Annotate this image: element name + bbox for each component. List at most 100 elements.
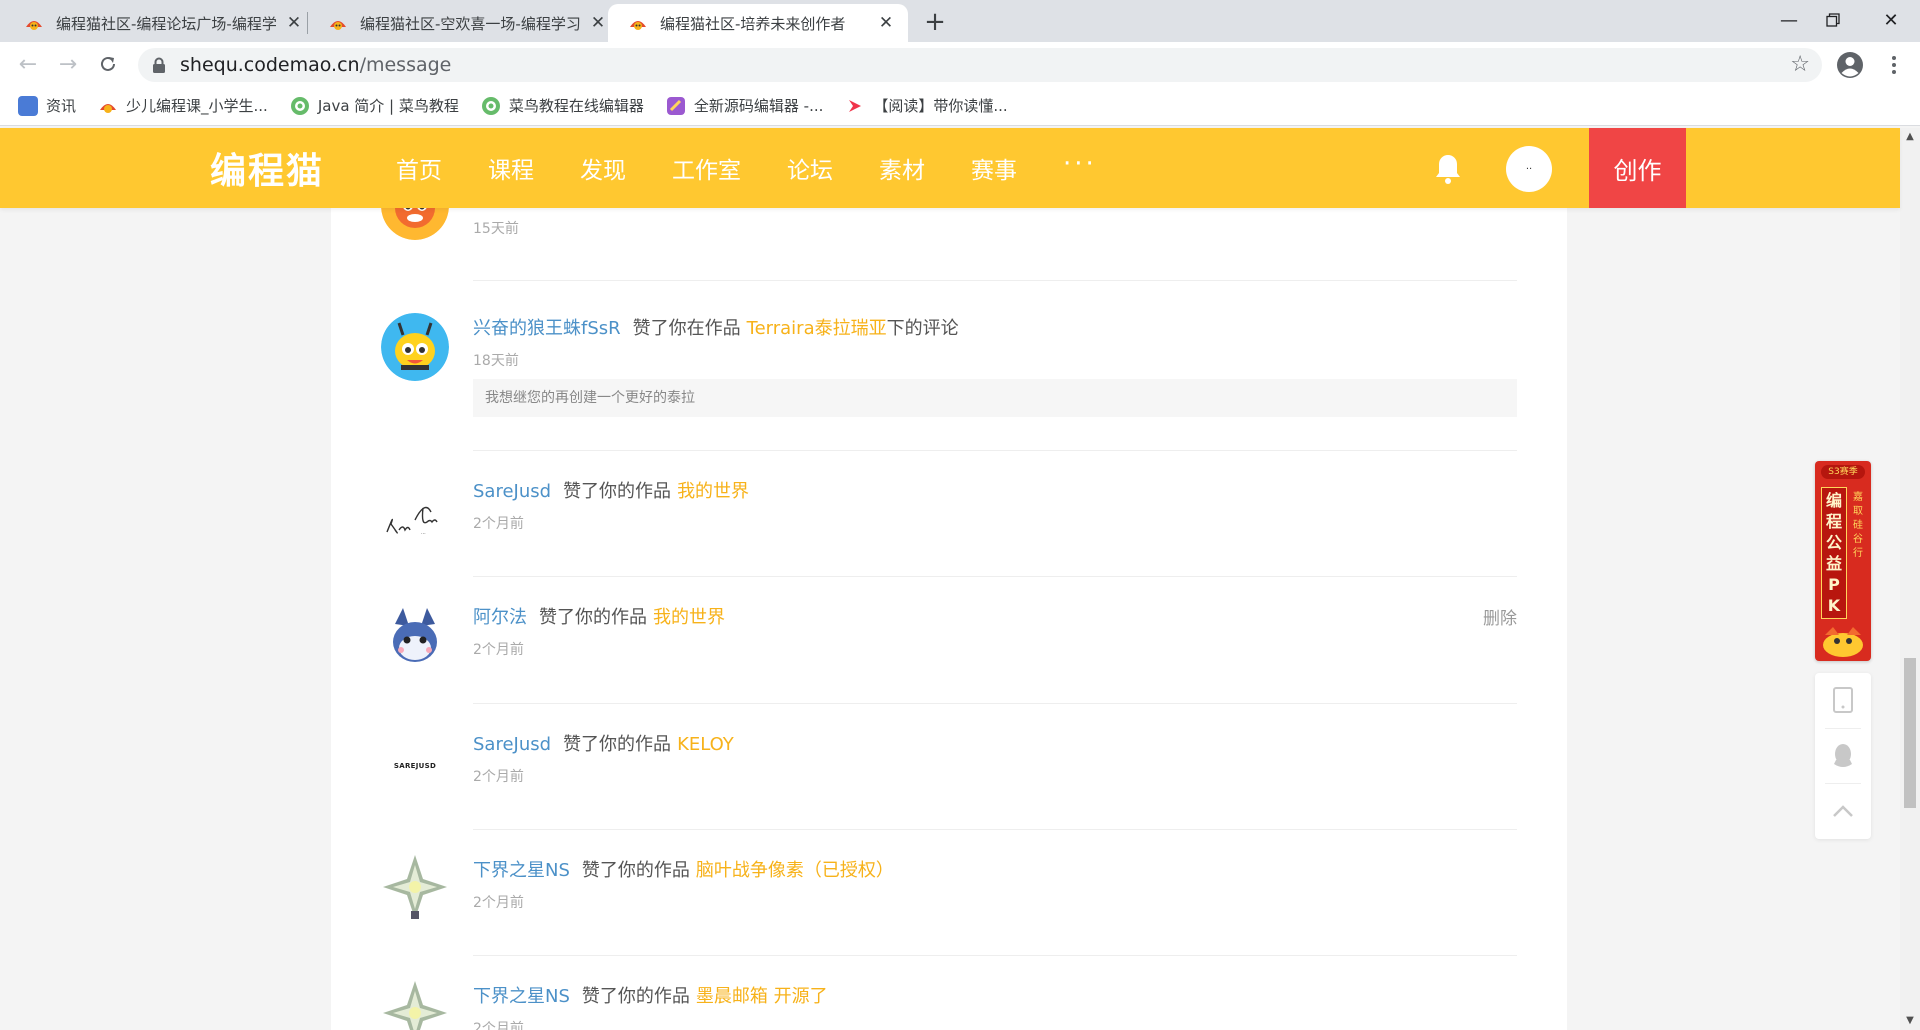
promo-tag: S3赛季 <box>1821 465 1865 479</box>
browser-tab[interactable]: 编程猫社区-空欢喜一场-编程学习 ✕ <box>308 4 620 42</box>
bookmark-item[interactable]: 全新源码编辑器 -... <box>666 95 823 116</box>
message-line: SareJusd 赞了你的作品 我的世界 <box>473 477 749 503</box>
promo-title: 编 程 公 益 P K <box>1821 487 1847 619</box>
bookmark-star-icon[interactable]: ☆ <box>1790 52 1810 77</box>
message-action: 赞了你的作品 <box>539 607 647 628</box>
nav-forum[interactable]: 论坛 <box>787 151 833 185</box>
nav-home[interactable]: 首页 <box>396 151 442 185</box>
message-user-link[interactable]: SareJusd <box>473 734 551 755</box>
restore-icon[interactable] <box>1804 0 1862 40</box>
avatar[interactable] <box>381 313 449 381</box>
url-path: /message <box>359 54 452 76</box>
message-work-link[interactable]: 墨晨邮箱 开源了 <box>696 986 828 1007</box>
codemao-favicon-icon <box>330 21 346 30</box>
bookmark-item[interactable]: 资讯 <box>18 95 76 116</box>
close-icon[interactable]: ✕ <box>588 13 608 33</box>
promo-char: 谷 <box>1853 534 1863 545</box>
reload-icon[interactable] <box>92 48 124 80</box>
bookmark-label: 少儿编程课_小学生... <box>126 97 268 115</box>
avatar[interactable] <box>381 208 449 240</box>
bookmarks-bar: 资讯 少儿编程课_小学生... Java 简介 | 菜鸟教程 菜鸟教程在线编辑器… <box>0 86 1920 126</box>
read-icon <box>849 99 862 112</box>
bell-icon[interactable] <box>1432 152 1464 186</box>
nav-events[interactable]: 赛事 <box>971 151 1017 185</box>
divider <box>473 450 1517 451</box>
nav-studio[interactable]: 工作室 <box>672 151 741 185</box>
nav-more[interactable]: ··· <box>1063 149 1097 179</box>
tab-title: 编程猫社区-空欢喜一场-编程学习 <box>360 14 580 33</box>
scroll-down-icon[interactable]: ▼ <box>1900 1012 1920 1030</box>
site-header: 编程猫 首页 课程 发现 工作室 论坛 素材 赛事 ··· ·· 创作 <box>0 128 1900 208</box>
promo-char: P <box>1828 575 1840 594</box>
promo-char: 益 <box>1825 554 1842 573</box>
message-work-link[interactable]: 我的世界 <box>677 481 749 502</box>
delete-button[interactable]: 删除 <box>1483 604 1517 629</box>
codemao-favicon-icon <box>26 21 42 30</box>
message-action: 赞了你在作品 <box>632 318 741 339</box>
scroll-up-icon[interactable]: ▲ <box>1900 128 1920 146</box>
promo-char: K <box>1827 596 1841 615</box>
message-line: 兴奋的狼王蛛fSsR 赞了你在作品 Terraira泰拉瑞亚下的评论 <box>473 314 959 340</box>
user-avatar[interactable]: ·· <box>1506 146 1552 192</box>
promo-banner[interactable]: S3赛季 编 程 公 益 P K 嘉 取 硅 谷 行 <box>1815 461 1871 661</box>
bookmark-item[interactable]: 【阅读】带你读懂... <box>845 95 1008 116</box>
avatar[interactable]: SAREJUSD <box>381 732 449 800</box>
runoob-icon <box>290 96 309 115</box>
side-toolbar <box>1815 673 1871 839</box>
close-icon[interactable]: ✕ <box>284 13 304 33</box>
promo-char: 编 <box>1825 491 1842 510</box>
message-user-link[interactable]: 下界之星NS <box>473 860 570 881</box>
window-close-icon[interactable]: ✕ <box>1862 0 1920 40</box>
divider <box>473 703 1517 704</box>
message-work-link[interactable]: 我的世界 <box>653 607 725 628</box>
avatar[interactable] <box>381 604 449 672</box>
back-arrow-icon[interactable]: ← <box>12 48 44 80</box>
message-time: 2个月前 <box>473 895 524 911</box>
browser-menu-icon[interactable] <box>1882 48 1906 82</box>
site-logo[interactable]: 编程猫 <box>210 142 324 194</box>
address-bar[interactable]: shequ.codemao.cn/message ☆ <box>138 48 1822 82</box>
avatar[interactable] <box>381 853 449 921</box>
profile-icon[interactable] <box>1835 50 1865 80</box>
runoob-icon <box>481 96 500 115</box>
editor-icon <box>666 96 685 115</box>
page-scrollbar[interactable]: ▲ ▼ <box>1900 128 1920 1030</box>
bookmark-item[interactable]: 菜鸟教程在线编辑器 <box>481 95 644 116</box>
avatar[interactable] <box>381 979 449 1030</box>
message-user-link[interactable]: 阿尔法 <box>473 607 527 628</box>
forward-arrow-icon[interactable]: → <box>52 48 84 80</box>
message-line: 阿尔法 赞了你的作品 我的世界 <box>473 603 725 629</box>
message-suffix: 下的评论 <box>886 318 959 339</box>
message-line: 下界之星NS 赞了你的作品 墨晨邮箱 开源了 <box>473 982 828 1008</box>
message-work-link[interactable]: 脑叶战争像素（已授权） <box>696 860 894 881</box>
qq-icon[interactable] <box>1815 729 1871 783</box>
codemao-icon <box>100 103 117 113</box>
message-work-link[interactable]: KELOY <box>677 734 734 755</box>
scrollbar-thumb[interactable] <box>1904 658 1916 808</box>
new-tab-button[interactable]: + <box>920 8 950 38</box>
codemao-favicon-icon <box>630 21 646 30</box>
browser-tab-active[interactable]: 编程猫社区-培养未来创作者 ✕ <box>608 4 908 42</box>
nav-courses[interactable]: 课程 <box>488 151 534 185</box>
tablet-icon[interactable] <box>1815 673 1871 727</box>
close-icon[interactable]: ✕ <box>876 13 896 33</box>
message-time: 18天前 <box>473 353 519 369</box>
bookmark-label: Java 简介 | 菜鸟教程 <box>317 97 459 115</box>
message-user-link[interactable]: 下界之星NS <box>473 986 570 1007</box>
bookmark-item[interactable]: Java 简介 | 菜鸟教程 <box>290 95 459 116</box>
message-user-link[interactable]: 兴奋的狼王蛛fSsR <box>473 318 621 339</box>
message-action: 赞了你的作品 <box>581 986 690 1007</box>
nav-assets[interactable]: 素材 <box>879 151 925 185</box>
back-to-top-icon[interactable] <box>1815 784 1871 838</box>
bookmark-item[interactable]: 少儿编程课_小学生... <box>98 95 268 116</box>
message-line: 下界之星NS 赞了你的作品 脑叶战争像素（已授权） <box>473 856 894 882</box>
divider <box>473 576 1517 577</box>
avatar[interactable]: ... <box>381 482 449 550</box>
nav-discover[interactable]: 发现 <box>580 151 626 185</box>
promo-char: 行 <box>1853 548 1863 559</box>
message-work-link[interactable]: Terraira泰拉瑞亚 <box>747 318 887 339</box>
create-button[interactable]: 创作 <box>1589 128 1686 208</box>
message-time: 2个月前 <box>473 769 524 785</box>
message-user-link[interactable]: SareJusd <box>473 481 551 502</box>
browser-tab[interactable]: 编程猫社区-编程论坛广场-编程学 ✕ <box>4 4 316 42</box>
